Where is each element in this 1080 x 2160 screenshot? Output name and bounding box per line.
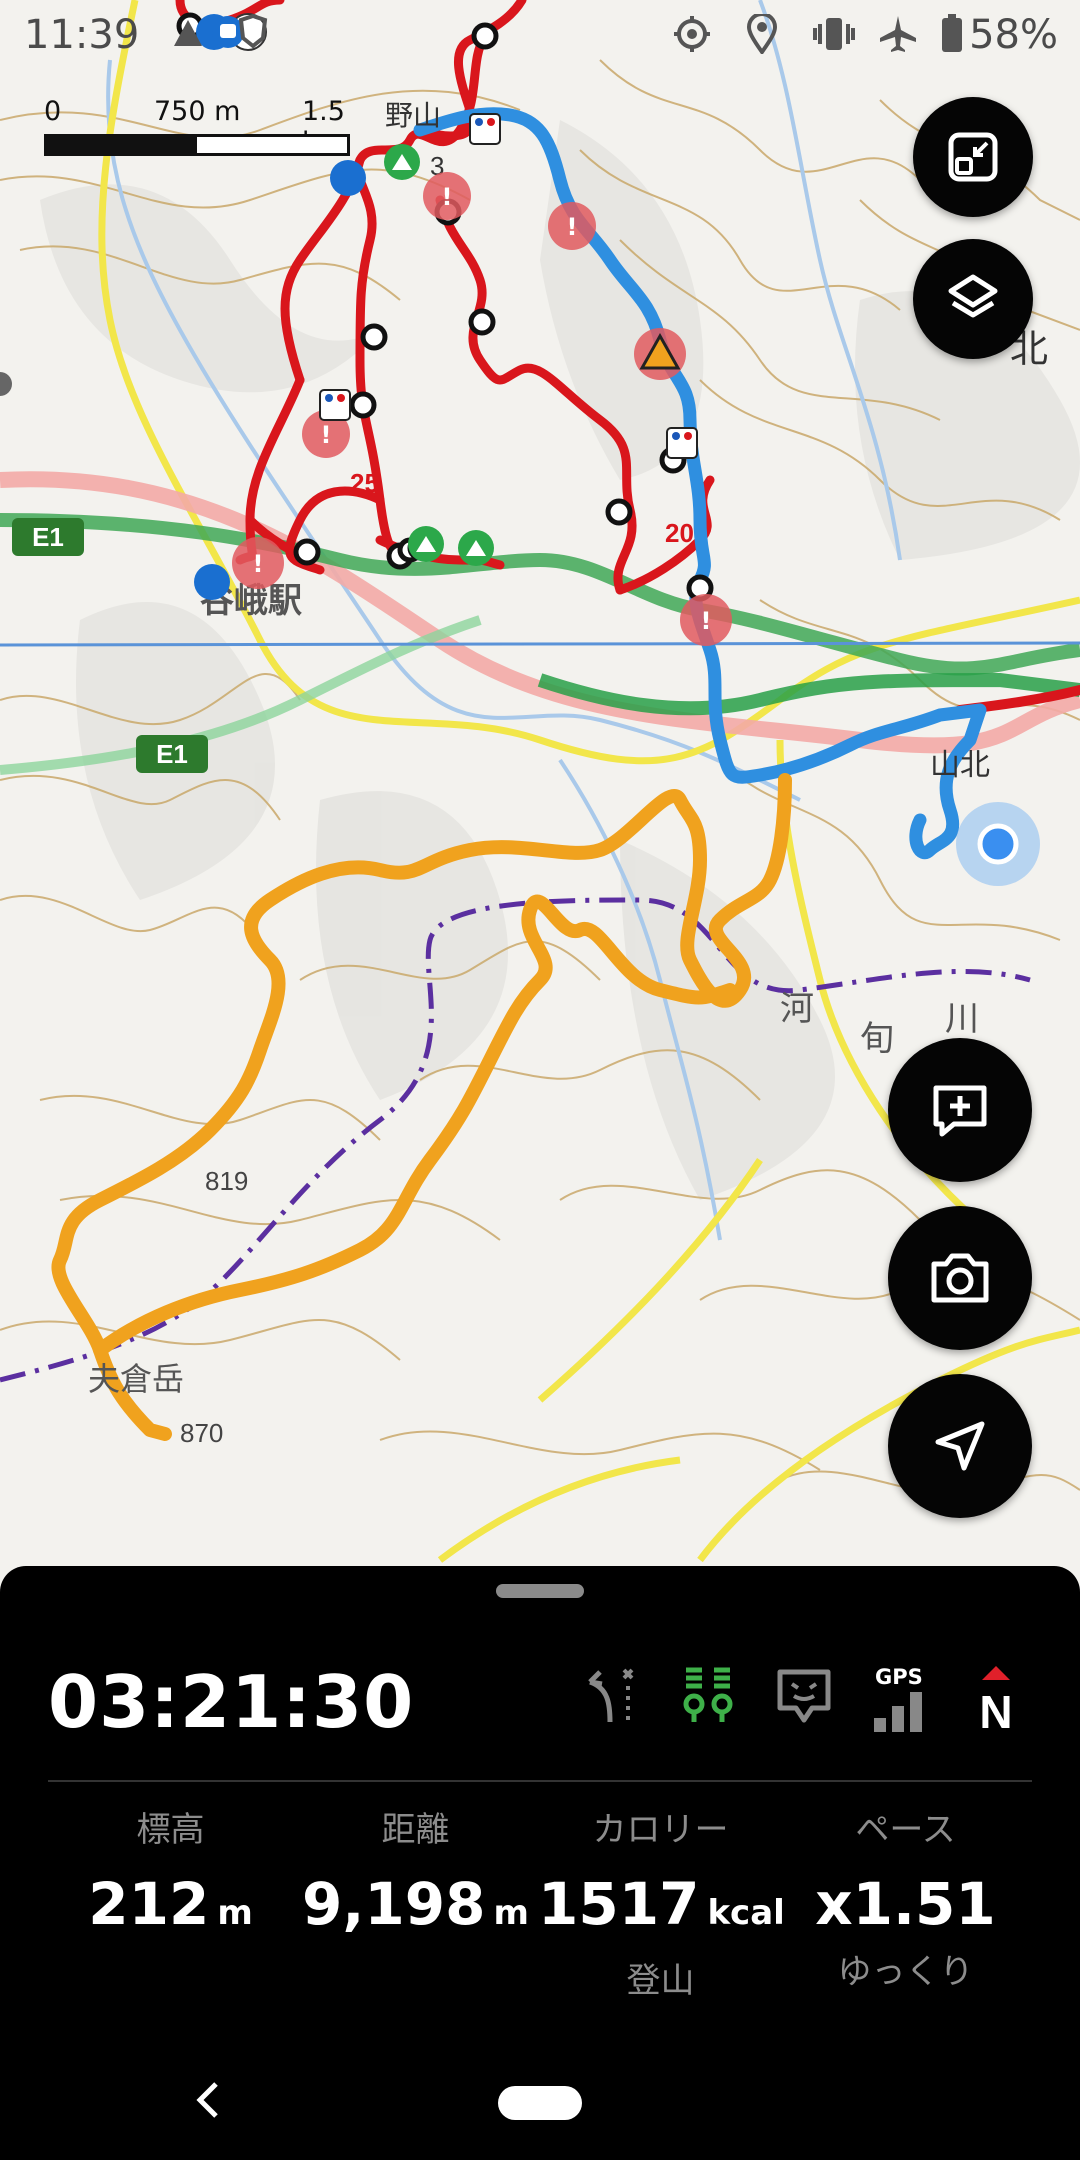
scale-label-zero: 0: [44, 96, 62, 127]
minimize-icon: [948, 132, 998, 182]
stat-unit: kcal: [707, 1893, 785, 1933]
svg-text:25: 25: [350, 468, 379, 498]
home-pill-button[interactable]: [498, 2086, 582, 2120]
group-members-icon[interactable]: [676, 1664, 740, 1732]
stat-label: ペース: [855, 1810, 956, 1850]
location-crosshair-icon: [672, 14, 712, 58]
shield-icon: [236, 13, 270, 54]
current-location-dot: [956, 802, 1040, 886]
layers-button[interactable]: [913, 239, 1033, 359]
status-time: 11:39: [24, 12, 140, 58]
camera-icon: [931, 1253, 989, 1303]
svg-text:870: 870: [180, 1418, 223, 1448]
airplane-mode-icon: [878, 14, 918, 58]
svg-text:E1: E1: [156, 739, 188, 769]
stat-value: 1517: [538, 1870, 700, 1938]
route-shield-e1-top: E1: [12, 518, 84, 556]
stat-label: 距離: [381, 1810, 450, 1850]
svg-text:旬: 旬: [860, 1020, 894, 1058]
vibrate-icon: [812, 14, 856, 58]
location-pin-icon: [746, 12, 778, 58]
compass-north-icon[interactable]: N: [968, 1664, 1024, 1738]
svg-text:20: 20: [665, 518, 694, 548]
svg-text:!: !: [701, 607, 712, 635]
stat-value: 9,198: [302, 1870, 486, 1938]
elapsed-time: 03:21:30: [48, 1660, 415, 1744]
svg-text:819: 819: [205, 1166, 248, 1196]
route-guide-icon[interactable]: [580, 1664, 640, 1732]
stat-calories: カロリー 1517 kcal 登山: [538, 1806, 785, 2003]
stat-label: 標高: [136, 1810, 205, 1850]
layers-icon: [948, 274, 998, 318]
minimize-button[interactable]: [913, 97, 1033, 217]
panel-divider: [48, 1780, 1032, 1782]
map-scale-bar: 0 750 m 1.5 km: [44, 96, 354, 158]
back-icon[interactable]: [190, 2072, 226, 2132]
svg-text:野山: 野山: [385, 100, 441, 131]
gps-signal-icon: [872, 1692, 928, 1736]
battery-icon: [940, 14, 964, 58]
stat-label: カロリー: [592, 1810, 729, 1850]
system-nav-bar: [0, 2060, 1080, 2160]
svg-text:夫倉岳: 夫倉岳: [88, 1361, 184, 1397]
svg-text:!: !: [567, 213, 578, 241]
svg-text:!: !: [442, 183, 453, 211]
svg-text:!: !: [253, 550, 264, 578]
gps-label: GPS: [875, 1665, 923, 1689]
svg-text:河: 河: [780, 990, 814, 1028]
stat-unit: m: [493, 1893, 529, 1933]
svg-text:山北: 山北: [930, 749, 990, 782]
stat-value: x1.51: [815, 1870, 996, 1938]
svg-text:!: !: [321, 421, 332, 449]
add-note-icon: [933, 1085, 987, 1137]
stat-elevation: 標高 212 m: [48, 1806, 293, 1945]
status-bar: 11:39 58%: [0, 0, 1080, 70]
stat-distance: 距離 9,198 m: [293, 1806, 538, 1945]
navigate-button[interactable]: [888, 1374, 1032, 1518]
message-face-icon[interactable]: [772, 1664, 836, 1732]
scale-label-mid: 750 m: [154, 96, 241, 127]
stat-sub: 登山: [626, 1961, 695, 2001]
svg-text:E1: E1: [32, 522, 64, 552]
navigate-icon: [935, 1421, 985, 1471]
add-note-button[interactable]: [888, 1038, 1032, 1182]
svg-text:川: 川: [945, 1000, 979, 1038]
stat-unit: m: [217, 1893, 253, 1933]
camera-button[interactable]: [888, 1206, 1032, 1350]
stat-value: 212: [88, 1870, 210, 1938]
route-shield-e1-bottom: E1: [136, 735, 208, 773]
topographic-map[interactable]: E1 E1 谷峨駅 819 870 夫倉岳 河 旬 川 山北 北 25 20 野…: [0, 0, 1080, 1580]
scale-bar: [44, 134, 350, 156]
stat-pace: ペース x1.51 ゆっくり: [783, 1806, 1028, 1994]
trail-icon: [170, 14, 206, 54]
svg-text:N: N: [979, 1686, 1012, 1734]
panel-drag-handle[interactable]: [496, 1584, 584, 1598]
battery-percentage: 58%: [969, 12, 1058, 58]
stat-sub: ゆっくり: [837, 1952, 974, 1992]
